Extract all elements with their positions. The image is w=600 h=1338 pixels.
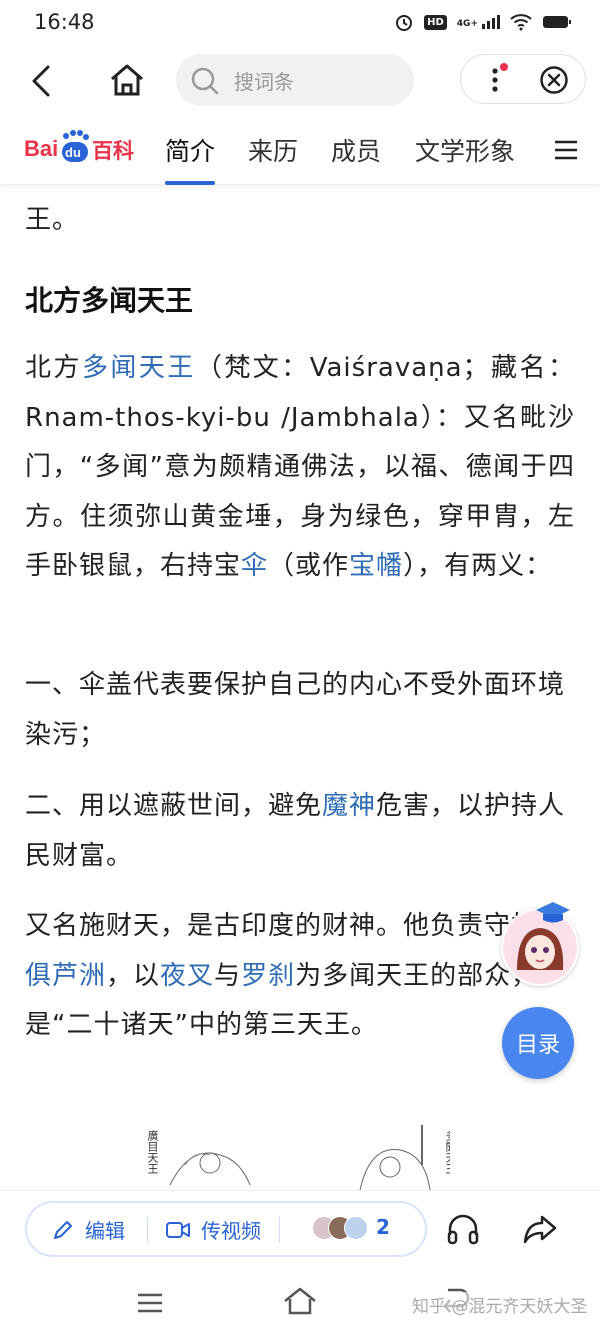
notification-dot (500, 63, 508, 71)
alarm-icon (396, 15, 413, 31)
system-nav-bar: 知乎 @混元齐天妖大圣 (0, 1268, 600, 1338)
graduation-cap-icon (536, 902, 570, 923)
battery-icon (543, 16, 571, 28)
text: 又名施财天，是古印度的财神。他负责守护 (25, 911, 539, 941)
status-time: 16:48 (34, 10, 95, 34)
tab-members-label: 成员 (331, 137, 382, 166)
link-baofan[interactable]: 宝幡 (349, 551, 403, 581)
status-icons: HD 4G+ (394, 12, 572, 32)
link-umbrella[interactable]: 伞 (241, 551, 268, 581)
pencil-icon (54, 1220, 72, 1239)
menu-icon[interactable] (137, 1292, 163, 1314)
paw-icon: du (60, 130, 90, 166)
link-yaksha[interactable]: 夜叉 (160, 961, 214, 991)
tab-intro-label: 简介 (165, 137, 216, 166)
tab-members[interactable]: 成员 (331, 132, 381, 168)
bottom-action-bar: 编辑 传视频 2 (0, 1190, 600, 1269)
logo-text-bai: Bai (24, 136, 59, 161)
text: 与 (214, 960, 242, 991)
wifi-icon (510, 14, 532, 31)
video-camera-icon (166, 1221, 190, 1238)
hd-icon: HD (424, 14, 447, 30)
text: ，以 (106, 960, 161, 991)
table-of-contents-button[interactable]: 目录 (502, 1007, 574, 1079)
link-demon-god[interactable]: 魔神 (322, 791, 376, 821)
divider (147, 1217, 148, 1243)
heavenly-kings-illustration[interactable]: 廣目天王 多聞天王 (130, 1105, 450, 1190)
link-rakshasa[interactable]: 罗刹 (241, 961, 295, 991)
headphones-icon[interactable] (446, 1213, 480, 1245)
home-outline-icon[interactable] (282, 1286, 318, 1316)
search-placeholder: 搜词条 (234, 70, 294, 94)
close-icon[interactable] (539, 65, 569, 95)
paragraph-4: 又名施财天，是古印度的财神。他负责守护北俱芦洲，以夜叉与罗刹为多闻天王的部众，是… (25, 902, 575, 1051)
tab-origin[interactable]: 来历 (248, 132, 298, 168)
tab-bar: Bai du 百科 简介 来历 成员 文学形象 (0, 118, 600, 185)
toc-label: 目录 (515, 1033, 560, 1058)
text: （梵文：Vaiśravaṇa；藏名：Rnam-thos-kyi-bu /Jamb… (25, 353, 575, 581)
divider (279, 1217, 280, 1243)
text: ），有两义： (403, 551, 553, 581)
upload-video-button[interactable]: 传视频 (165, 1215, 261, 1244)
video-label: 传视频 (201, 1219, 261, 1243)
watermark: 知乎 @混元齐天妖大圣 (412, 1292, 588, 1317)
logo-text-du: du (65, 145, 81, 160)
search-input[interactable]: 搜词条 (176, 54, 414, 106)
text: （或作 (268, 551, 350, 581)
search-icon (191, 67, 219, 95)
home-icon[interactable] (108, 62, 146, 98)
action-capsule (460, 54, 586, 104)
contributors-button[interactable]: 2 (312, 1211, 390, 1243)
edit-button[interactable]: 编辑 (51, 1215, 125, 1244)
top-toolbar: 搜词条 (0, 48, 600, 116)
section-title: 北方多闻天王 (25, 284, 194, 317)
signal-icon: 4G+ (457, 15, 500, 29)
paragraph-1: 北方多闻天王（梵文：Vaiśravaṇa；藏名：Rnam-thos-kyi-bu… (25, 344, 575, 592)
previous-paragraph-tail: 王。 (25, 205, 80, 235)
status-bar: 16:48 HD 4G+ (0, 0, 600, 48)
edit-label: 编辑 (85, 1219, 125, 1243)
text: 二、用以遮蔽世间，避免 (25, 791, 323, 821)
tab-literary-image-label: 文学形象 (415, 137, 516, 166)
logo-text-baike: 百科 (92, 139, 134, 163)
text: 北方 (25, 353, 82, 383)
back-icon[interactable] (28, 64, 56, 98)
tab-intro[interactable]: 简介 (165, 132, 216, 185)
share-icon[interactable] (522, 1213, 558, 1245)
tab-literary-image[interactable]: 文学形象 (415, 132, 515, 168)
tab-origin-label: 来历 (248, 137, 299, 166)
paragraph-2: 一、伞盖代表要保护自己的内心不受外面环境染污； (25, 670, 566, 750)
caption-guangmu: 廣目天王 (146, 1130, 159, 1174)
link-duowen-tianwang[interactable]: 多闻天王 (82, 353, 196, 383)
more-icon[interactable] (491, 63, 508, 97)
caption-duowen: 多聞天王 (444, 1130, 450, 1174)
signal-label: 4G+ (456, 19, 478, 29)
contributor-avatars-icon (312, 1211, 368, 1243)
kings-sketch-icon (169, 1125, 431, 1190)
tab-menu-icon[interactable] (555, 140, 577, 160)
contributors-count: 2 (376, 1215, 390, 1239)
contribution-pill: 编辑 传视频 2 (25, 1201, 427, 1257)
active-tab-indicator (165, 181, 215, 185)
paragraph-3: 二、用以遮蔽世间，避免魔神危害，以护持人民财富。 (25, 782, 575, 881)
